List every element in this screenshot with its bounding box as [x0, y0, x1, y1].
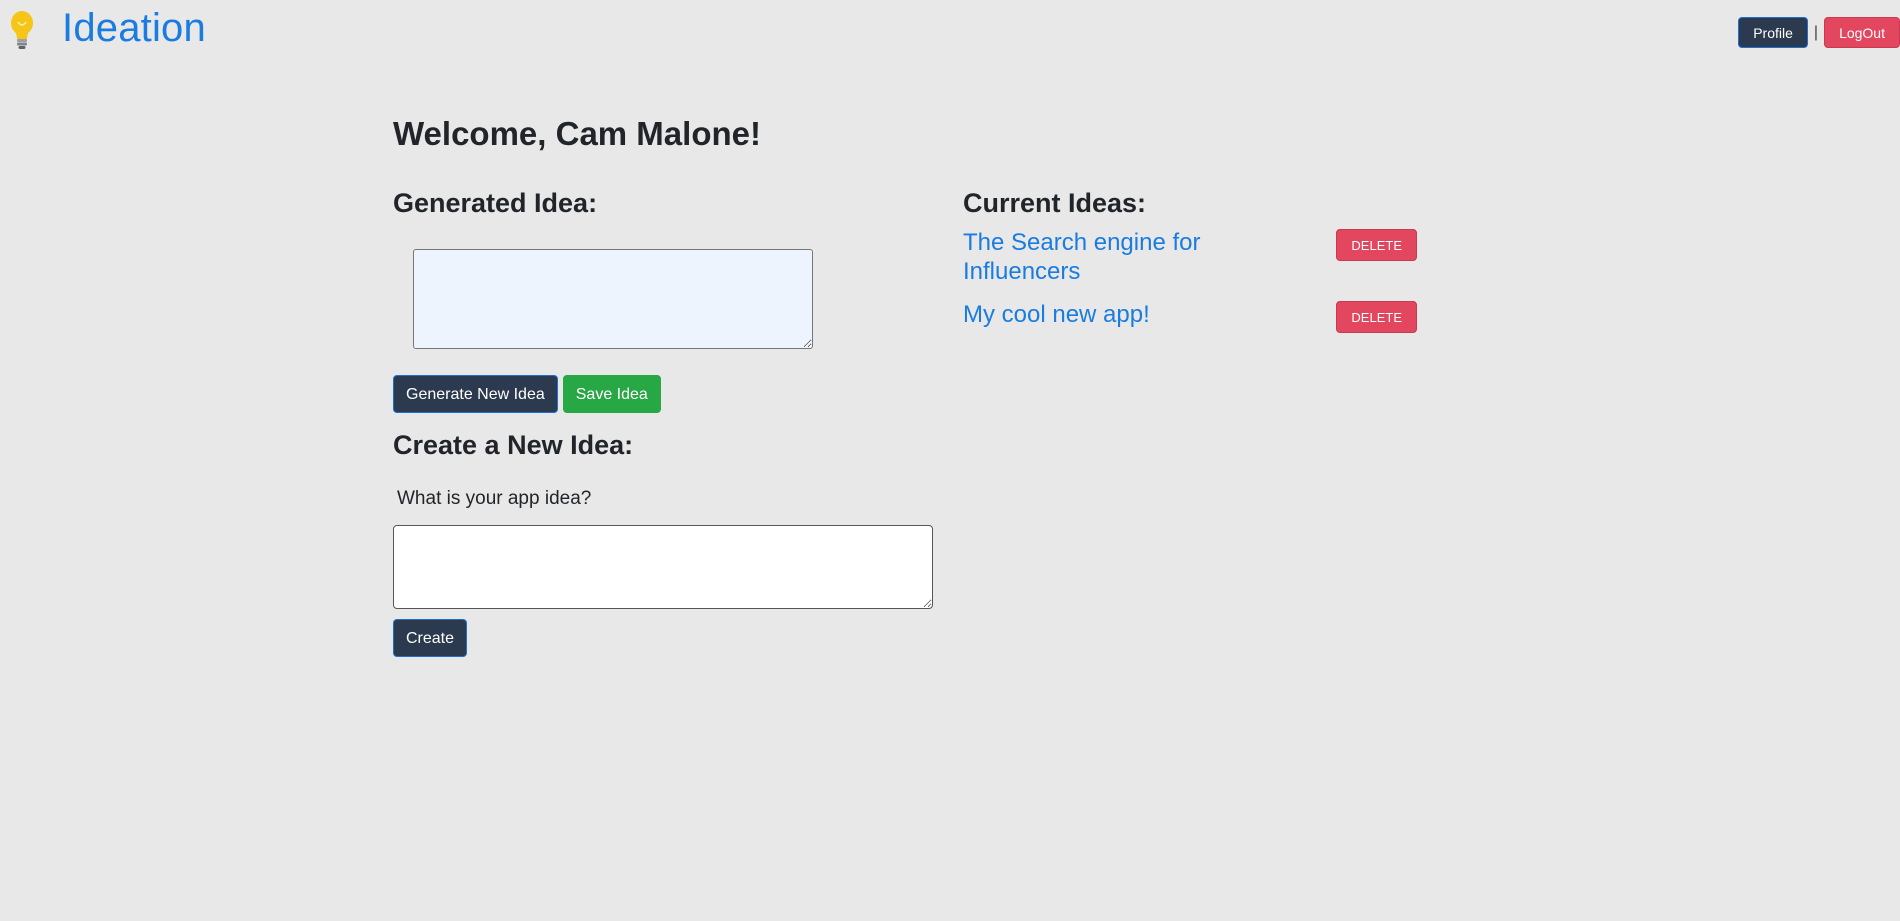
app-idea-textarea[interactable] — [393, 525, 933, 609]
app-header: Ideation Profile | LogOut — [0, 0, 1900, 64]
brand-title[interactable]: Ideation — [62, 6, 206, 51]
nav-separator: | — [1813, 23, 1819, 41]
idea-item: The Search engine for Influencers DELETE — [963, 228, 1417, 286]
idea-item: My cool new app! DELETE — [963, 300, 1417, 333]
header-nav: Profile | LogOut — [1738, 17, 1900, 48]
current-ideas-heading: Current Ideas: — [963, 188, 1147, 218]
generate-new-idea-button[interactable]: Generate New Idea — [393, 375, 558, 413]
delete-idea-button[interactable]: DELETE — [1336, 301, 1417, 333]
logout-button[interactable]: LogOut — [1824, 17, 1900, 48]
save-idea-button[interactable]: Save Idea — [562, 375, 661, 413]
generated-idea-textarea[interactable] — [413, 249, 813, 349]
current-ideas-list: The Search engine for Influencers DELETE… — [963, 228, 1417, 347]
create-idea-heading: Create a New Idea: — [393, 430, 634, 460]
app-idea-label: What is your app idea? — [397, 488, 592, 509]
idea-link[interactable]: My cool new app! — [963, 300, 1243, 329]
create-button[interactable]: Create — [393, 619, 468, 657]
welcome-heading: Welcome, Cam Malone! — [393, 115, 761, 152]
generated-idea-heading: Generated Idea: — [393, 188, 598, 218]
idea-link[interactable]: The Search engine for Influencers — [963, 228, 1243, 286]
lightbulb-icon — [11, 11, 33, 49]
profile-button[interactable]: Profile — [1738, 17, 1808, 48]
generated-idea-actions: Generate New Idea Save Idea — [393, 375, 666, 413]
delete-idea-button[interactable]: DELETE — [1336, 229, 1417, 261]
